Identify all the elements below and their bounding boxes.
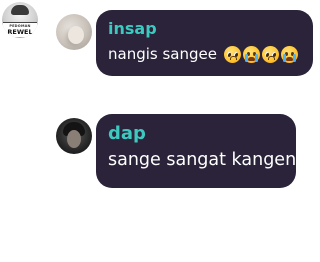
server-logo-banner: PEDOMAN REWEL [3, 22, 37, 37]
message-content: nangis sangee [108, 43, 303, 65]
message-content: sange sangat kangen [108, 149, 296, 171]
avatar-face [67, 130, 81, 148]
message-author[interactable]: dap [108, 123, 286, 145]
message-author[interactable]: insap [108, 19, 303, 39]
sob-icon [281, 45, 299, 63]
server-logo-big-text: REWEL [7, 28, 33, 36]
message-text: sange sangat kangen [108, 150, 297, 170]
pleading-face-icon [262, 45, 280, 63]
server-logo-figure [11, 5, 29, 15]
server-icon[interactable]: PEDOMAN REWEL [2, 2, 38, 38]
avatar-photo [68, 26, 84, 44]
message-text: nangis sangee [108, 45, 217, 63]
avatar[interactable] [56, 118, 92, 154]
sob-icon [243, 45, 261, 63]
message-bubble: dap sange sangat kangen [96, 114, 296, 188]
chat-screen: PEDOMAN REWEL insap nangis sangee dap sa… [0, 0, 320, 262]
message-bubble: insap nangis sangee [96, 10, 313, 76]
avatar[interactable] [56, 14, 92, 50]
pleading-face-icon [224, 45, 242, 63]
